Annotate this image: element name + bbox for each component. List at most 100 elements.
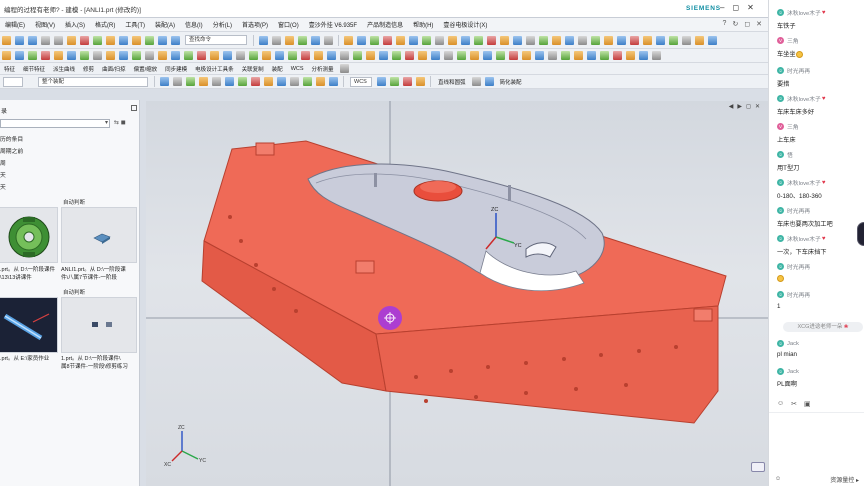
scope-dropdown[interactable]: 整个装配 (38, 76, 148, 87)
sew-icon[interactable] (604, 35, 613, 45)
sew-sheet-icon[interactable] (392, 51, 401, 60)
n-sided-icon[interactable] (314, 51, 323, 60)
intersect-curve-icon[interactable] (171, 51, 180, 60)
emoji-picker-icon[interactable]: ☺ (775, 476, 781, 482)
trim-sheet-icon[interactable] (366, 51, 375, 60)
split-body-icon[interactable] (539, 35, 548, 45)
snap-pole-icon[interactable] (316, 77, 325, 86)
divide-curve-icon[interactable] (236, 51, 245, 60)
menu-insert[interactable]: 插入(S) (60, 20, 90, 29)
cut-icon[interactable] (41, 35, 50, 45)
rectangle-icon[interactable] (106, 51, 115, 60)
menu-view[interactable]: 视图(V) (30, 20, 60, 29)
datum-axis-icon[interactable] (15, 51, 24, 60)
untrim-icon[interactable] (379, 51, 388, 60)
group-wcs[interactable]: WCS (287, 66, 308, 72)
chat-input-area[interactable] (769, 412, 864, 472)
circle-icon[interactable] (80, 51, 89, 60)
text-icon[interactable] (145, 51, 154, 60)
snap-control-icon[interactable] (212, 77, 221, 86)
group-offset-scale[interactable]: 偏置/缩放 (130, 65, 162, 73)
open-file-icon[interactable] (15, 35, 24, 45)
history-group-recent[interactable]: 历的条目 (0, 134, 23, 143)
fit-icon[interactable] (285, 35, 294, 45)
snap-intersection-icon[interactable] (225, 77, 234, 86)
unite-icon[interactable] (487, 35, 496, 45)
emoji-icon[interactable]: ☺ (777, 400, 784, 408)
snap-existing-point-icon[interactable] (264, 77, 273, 86)
display-icon[interactable] (132, 35, 141, 45)
snap-center-icon[interactable] (238, 77, 247, 86)
arc-icon[interactable] (67, 51, 76, 60)
taskbar-app-icon[interactable] (751, 462, 765, 472)
replace-face-icon[interactable] (418, 51, 427, 60)
menu-format[interactable]: 格式(R) (90, 20, 120, 29)
block-icon[interactable] (344, 35, 353, 45)
make-coaxial-icon[interactable] (496, 51, 505, 60)
menu-assembly[interactable]: 装配(A) (150, 20, 180, 29)
paste-icon[interactable] (67, 35, 76, 45)
floating-control-handle[interactable] (857, 222, 864, 246)
restore-icon[interactable]: ◻ (744, 20, 750, 28)
shell-icon[interactable] (474, 35, 483, 45)
redo-icon[interactable] (171, 35, 180, 45)
snap-on-curve-icon[interactable] (277, 77, 286, 86)
recent-part-thumbnail-4[interactable] (61, 297, 137, 353)
layer-settings-icon[interactable] (695, 35, 704, 45)
wcs-dropdown[interactable]: WCS (350, 76, 372, 87)
snap-arc-icon[interactable] (329, 77, 338, 86)
close-doc-icon[interactable]: ✕ (756, 20, 762, 28)
delete-icon[interactable] (80, 35, 89, 45)
snap-bounded-grid-icon[interactable] (303, 77, 312, 86)
pull-face-icon[interactable] (444, 51, 453, 60)
trim-curve-icon[interactable] (223, 51, 232, 60)
history-group-week[interactable]: 周 (0, 158, 6, 167)
project-curve-icon[interactable] (158, 51, 167, 60)
restore-view-button[interactable]: ◻ (746, 103, 751, 110)
next-view-button[interactable]: ▶ (737, 103, 742, 110)
pocket-icon[interactable] (422, 35, 431, 45)
pattern-icon[interactable] (578, 35, 587, 45)
group-analysis-measure[interactable]: 分析测量 (308, 65, 338, 73)
bridge-curve-icon[interactable] (197, 51, 206, 60)
snap-endpoint-icon[interactable] (186, 77, 195, 86)
menu-help[interactable]: 帮助(H) (408, 20, 438, 29)
electrode-icon[interactable] (600, 51, 609, 60)
more-tools-icon[interactable] (708, 35, 717, 45)
electrode-check-icon[interactable] (613, 51, 622, 60)
help-icon[interactable]: ? (723, 20, 727, 28)
extrude-icon[interactable] (370, 35, 379, 45)
history-group-day[interactable]: 天 (0, 170, 6, 179)
linear-dim-icon[interactable] (522, 51, 531, 60)
through-curves-icon[interactable] (262, 51, 271, 60)
group-electrode-tools[interactable]: 电极设计工具条 (191, 65, 238, 73)
spline-icon[interactable] (93, 51, 102, 60)
pan-icon[interactable] (324, 35, 333, 45)
delete-face-icon[interactable] (457, 51, 466, 60)
group-detail-feature[interactable]: 细节特征 (19, 65, 49, 73)
refresh-icon[interactable]: ↻ (732, 20, 738, 28)
close-button[interactable]: ✕ (747, 3, 754, 13)
zoom-icon[interactable] (298, 35, 307, 45)
recent-part-thumbnail-1[interactable] (0, 207, 58, 263)
maximize-button[interactable]: ◻ (732, 3, 739, 13)
group-sync-modeling[interactable]: 同步建模 (161, 65, 191, 73)
datum-point-icon[interactable] (28, 51, 37, 60)
ruled-icon[interactable] (301, 51, 310, 60)
group-assoc-copy[interactable]: 关联复制 (238, 65, 268, 73)
snap-mode-label[interactable]: 直线和圆弧 (434, 78, 470, 86)
join-curve-icon[interactable] (210, 51, 219, 60)
group-surface-sweep[interactable]: 曲面/扫掠 (98, 65, 130, 73)
studio-surface-icon[interactable] (327, 51, 336, 60)
history-filter-dropdown[interactable] (0, 119, 110, 128)
electrode-sheet-icon[interactable] (626, 51, 635, 60)
panel-tools[interactable]: ⇆ ◼ (114, 119, 126, 126)
minimize-button[interactable]: – (720, 3, 724, 13)
wave-icon[interactable] (639, 51, 648, 60)
deselect-icon[interactable] (173, 77, 182, 86)
make-tangent-icon[interactable] (509, 51, 518, 60)
mirror-icon[interactable] (565, 35, 574, 45)
edge-blend-icon[interactable] (448, 35, 457, 45)
simplify-assembly-label[interactable]: 简化装配 (496, 78, 526, 86)
resize-blend-icon[interactable] (470, 51, 479, 60)
